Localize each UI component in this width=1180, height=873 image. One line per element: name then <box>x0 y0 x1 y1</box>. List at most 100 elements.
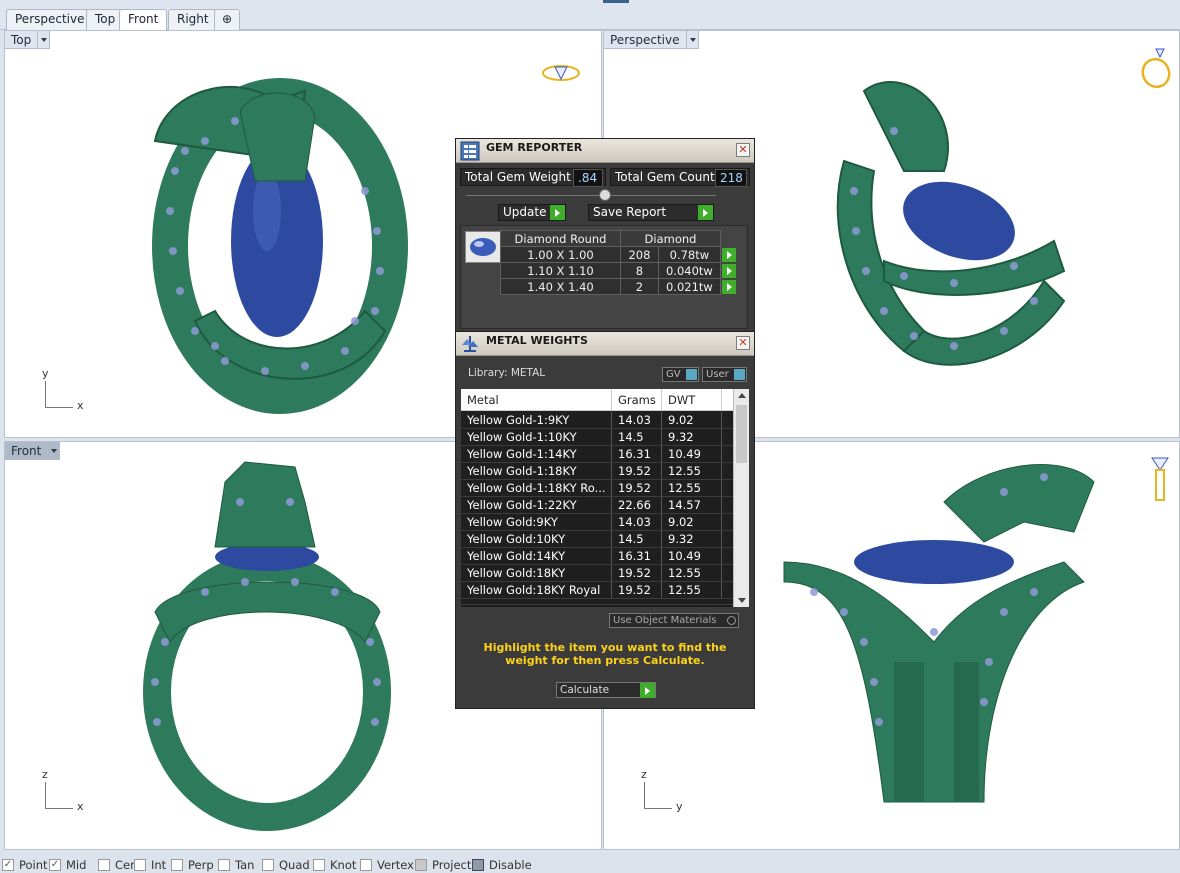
table-row[interactable]: Yellow Gold-1:18KY Ro... 19.52 12.55 <box>461 480 733 497</box>
checkbox-icon[interactable]: ✓ <box>49 859 61 871</box>
gem-table: Diamond Round Diamond 1.00 X 1.00 208 0.… <box>500 230 738 295</box>
checkbox-icon[interactable] <box>98 859 110 871</box>
checkbox-icon[interactable] <box>262 859 274 871</box>
gem-reporter-titlebar[interactable]: GEM REPORTER ✕ <box>456 139 754 163</box>
metal-cell-dwt: 12.55 <box>668 566 701 580</box>
tab-right[interactable]: Right <box>168 9 218 30</box>
column-divider <box>721 565 722 581</box>
row-action-icon[interactable] <box>722 279 737 294</box>
metal-cell-grams: 22.66 <box>618 498 651 512</box>
column-divider <box>661 446 662 462</box>
checkbox-icon[interactable] <box>472 859 484 871</box>
scroll-up-icon[interactable] <box>738 393 746 398</box>
column-divider <box>661 548 662 564</box>
report-icon <box>460 141 480 161</box>
close-icon[interactable]: ✕ <box>736 336 750 350</box>
checkbox-icon[interactable] <box>313 859 325 871</box>
metal-weights-titlebar[interactable]: METAL WEIGHTS ✕ <box>456 332 754 356</box>
checkbox-icon[interactable] <box>415 859 427 871</box>
column-divider <box>611 446 612 462</box>
table-row[interactable]: Yellow Gold-1:14KY 16.31 10.49 <box>461 446 733 463</box>
scroll-thumb[interactable] <box>736 405 747 463</box>
column-divider <box>721 548 722 564</box>
metal-cell-metal: Yellow Gold:10KY <box>467 532 566 546</box>
column-divider <box>721 582 722 598</box>
slider-track[interactable] <box>466 195 716 196</box>
column-divider <box>661 412 662 428</box>
scroll-down-icon[interactable] <box>738 598 746 603</box>
metal-cell-grams: 14.5 <box>618 430 644 444</box>
metal-cell-dwt: 9.32 <box>668 532 694 546</box>
row-action-icon[interactable] <box>722 263 736 278</box>
app-window: Perspective Top Front Right ⊕ Top y x Pe… <box>0 0 1180 873</box>
metal-cell-grams: 19.52 <box>618 464 651 478</box>
table-row[interactable]: Yellow Gold:18KY 19.52 12.55 <box>461 565 733 582</box>
table-row[interactable]: Yellow Gold-1:9KY 14.03 9.02 <box>461 412 733 429</box>
use-object-materials-toggle[interactable]: Use Object Materials <box>609 613 739 628</box>
row-action-icon[interactable] <box>722 247 736 262</box>
user-toggle[interactable]: User <box>702 367 747 382</box>
metal-cell-grams: 14.5 <box>618 532 644 546</box>
column-divider <box>661 565 662 581</box>
checkbox-icon[interactable] <box>218 859 230 871</box>
metal-list[interactable]: Metal Grams DWT Yellow Gold-1:9KY 14.03 9.… <box>461 389 749 607</box>
table-row[interactable]: 1.10 X 1.10 8 0.040tw <box>500 262 738 279</box>
table-row[interactable]: Yellow Gold:9KY 14.03 9.02 <box>461 514 733 531</box>
diamond-round-icon <box>465 231 501 263</box>
ring-perspective-icon <box>1141 48 1171 89</box>
metal-cell-dwt: 12.55 <box>668 583 701 597</box>
table-row[interactable]: Yellow Gold:14KY 16.31 10.49 <box>461 548 733 565</box>
metal-list-header: Metal Grams DWT <box>461 389 733 411</box>
osnap-knot[interactable]: Knot <box>313 858 356 872</box>
osnap-point[interactable]: ✓ Point <box>2 858 48 872</box>
metal-cell-metal: Yellow Gold-1:22KY <box>467 498 577 512</box>
table-row[interactable]: Yellow Gold:10KY 14.5 9.32 <box>461 531 733 548</box>
osnap-cen[interactable]: Cen <box>98 858 137 872</box>
checkbox-icon[interactable] <box>360 859 372 871</box>
gv-toggle[interactable]: GV <box>662 367 699 382</box>
checkbox-icon[interactable] <box>171 859 183 871</box>
osnap-disable[interactable]: Disable <box>472 858 532 872</box>
slider-handle[interactable] <box>599 189 611 201</box>
table-row[interactable]: Yellow Gold-1:10KY 14.5 9.32 <box>461 429 733 446</box>
ring-side-view-icon <box>1151 457 1169 501</box>
metal-cell-metal: Yellow Gold-1:18KY Ro... <box>467 481 606 495</box>
table-row[interactable]: 1.00 X 1.00 208 0.78tw <box>500 246 738 263</box>
metal-cell-grams: 16.31 <box>618 447 651 461</box>
osnap-vertex[interactable]: Vertex <box>360 858 414 872</box>
osnap-label: Project <box>432 858 472 872</box>
column-divider <box>661 463 662 479</box>
metal-cell-grams: 14.03 <box>618 515 651 529</box>
osnap-label: Vertex <box>377 858 414 872</box>
metal-cell-metal: Yellow Gold:18KY <box>467 566 566 580</box>
save-report-button[interactable]: Save Report <box>588 204 714 221</box>
tab-front[interactable]: Front <box>119 9 168 30</box>
table-row[interactable]: Yellow Gold-1:18KY 19.52 12.55 <box>461 463 733 480</box>
osnap-mid[interactable]: ✓ Mid <box>49 858 86 872</box>
table-row[interactable]: Yellow Gold-1:22KY 22.66 14.57 <box>461 497 733 514</box>
table-row[interactable]: 1.40 X 1.40 2 0.021tw <box>500 278 738 295</box>
update-button[interactable]: Update <box>498 204 566 221</box>
play-arrow-icon <box>698 205 713 220</box>
table-row[interactable]: Yellow Gold:18KY Royal 19.52 12.55 <box>461 582 733 599</box>
tab-perspective[interactable]: Perspective <box>6 9 94 30</box>
checkbox-icon[interactable]: ✓ <box>2 859 14 871</box>
osnap-perp[interactable]: Perp <box>171 858 214 872</box>
metal-list-scrollbar[interactable] <box>733 389 749 607</box>
add-tab-button[interactable]: ⊕ <box>214 9 240 30</box>
metal-cell-grams: 16.31 <box>618 549 651 563</box>
osnap-project[interactable]: Project <box>415 858 471 872</box>
calculate-button[interactable]: Calculate <box>556 682 656 698</box>
osnap-int[interactable]: Int <box>134 858 166 872</box>
metal-cell-dwt: 12.55 <box>668 481 701 495</box>
column-divider <box>721 497 722 513</box>
metal-cell-dwt: 12.55 <box>668 464 701 478</box>
osnap-tan[interactable]: Tan <box>218 858 254 872</box>
metal-cell-dwt: 9.02 <box>668 413 694 427</box>
osnap-quad[interactable]: Quad <box>262 858 310 872</box>
instruction-text: Highlight the item you want to find the … <box>483 641 727 667</box>
close-icon[interactable]: ✕ <box>736 143 750 157</box>
toggle-indicator-icon <box>734 369 745 380</box>
viewport-tab-bar: Perspective Top Front Right ⊕ <box>0 0 1180 30</box>
checkbox-icon[interactable] <box>134 859 146 871</box>
